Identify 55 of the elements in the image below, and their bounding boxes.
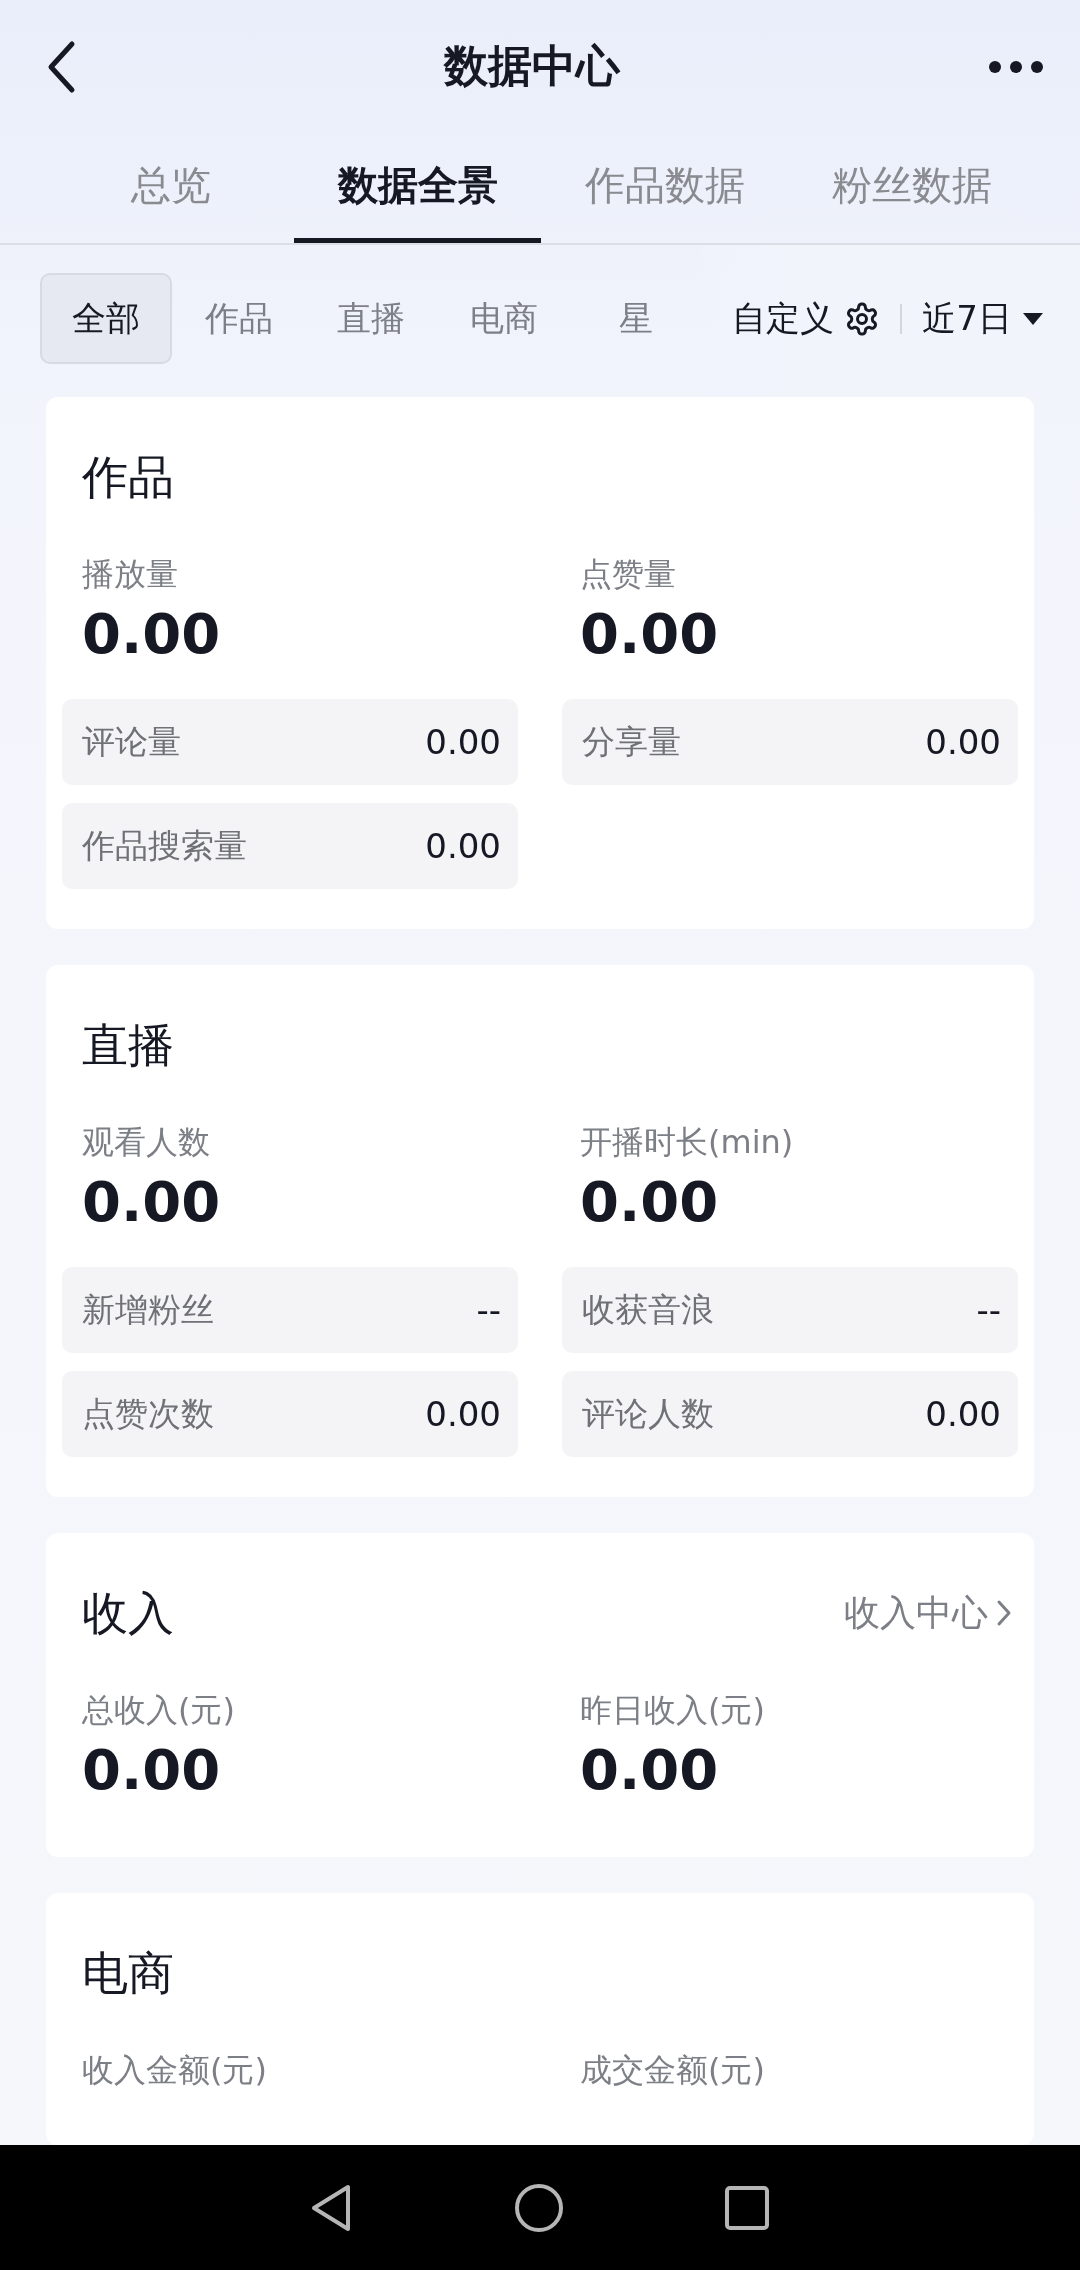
metric-label: 收入金额(元)	[82, 2050, 268, 2090]
customize-button[interactable]: 自定义	[732, 295, 881, 342]
stat-label: 评论人数	[582, 1392, 714, 1435]
stat-value: 0.00	[425, 826, 501, 866]
more-icon	[988, 59, 1044, 74]
stat-label: 收获音浪	[582, 1288, 714, 1331]
page-title: 数据中心	[444, 39, 620, 94]
metric-label: 总收入(元)	[82, 1690, 236, 1730]
stat-value: 0.00	[925, 722, 1001, 762]
filter-chip[interactable]: 电商	[437, 273, 570, 365]
metric-label: 播放量	[82, 554, 179, 594]
stat-label: 分享量	[582, 720, 681, 763]
stat-label: 作品搜索量	[82, 824, 247, 867]
stat-value: 0.00	[425, 722, 501, 762]
stat-label: 点赞次数	[82, 1392, 214, 1435]
stat-value: 0.00	[425, 1394, 501, 1434]
tab[interactable]: 总览	[47, 133, 294, 243]
metric-label: 成交金额(元)	[580, 2050, 766, 2090]
stat-value: 0.00	[925, 1394, 1001, 1434]
section-title: 作品	[82, 449, 174, 505]
metric-label: 点赞量	[580, 554, 677, 594]
stat-value: --	[976, 1290, 1001, 1330]
metric-value: 0.00	[580, 1170, 720, 1234]
stat-value: --	[476, 1290, 501, 1330]
metric-value: 0.00	[82, 1738, 222, 1802]
section-title: 收入	[82, 1585, 174, 1641]
more-button[interactable]	[988, 59, 1044, 74]
metric-value: 0.00	[82, 602, 222, 666]
chevron-right-icon	[996, 1599, 1012, 1627]
period-dropdown[interactable]: 近7日	[922, 295, 1044, 342]
home-nav-button[interactable]	[514, 2182, 564, 2233]
filter-chip[interactable]: 全部	[40, 273, 173, 365]
tab[interactable]: 作品数据	[541, 133, 788, 243]
filter-chip[interactable]: 作品	[172, 273, 305, 365]
metric-value: 0.00	[82, 1170, 222, 1234]
metric-value: 0.00	[580, 602, 720, 666]
circle-icon	[514, 2182, 564, 2233]
metric-label: 观看人数	[82, 1122, 211, 1162]
tab[interactable]: 数据全景	[294, 133, 541, 243]
metric-label: 开播时长(min)	[580, 1122, 795, 1162]
filter-chip[interactable]: 星	[569, 273, 703, 365]
back-button[interactable]	[46, 39, 76, 94]
recents-nav-button[interactable]	[724, 2184, 770, 2231]
square-icon	[724, 2184, 770, 2231]
metric-value: 0.00	[580, 1738, 720, 1802]
stat-label: 评论量	[82, 720, 181, 763]
stat-label: 新增粉丝	[82, 1288, 214, 1331]
metric-label: 昨日收入(元)	[580, 1690, 766, 1730]
caret-icon	[1022, 311, 1044, 326]
section-title: 电商	[82, 1945, 174, 2001]
income-center-link[interactable]: 收入中心	[844, 1588, 1012, 1638]
section-title: 直播	[82, 1017, 174, 1073]
tab[interactable]: 粉丝数据	[788, 133, 1035, 243]
filter-chip[interactable]: 直播	[304, 273, 438, 365]
back-icon	[46, 39, 76, 94]
